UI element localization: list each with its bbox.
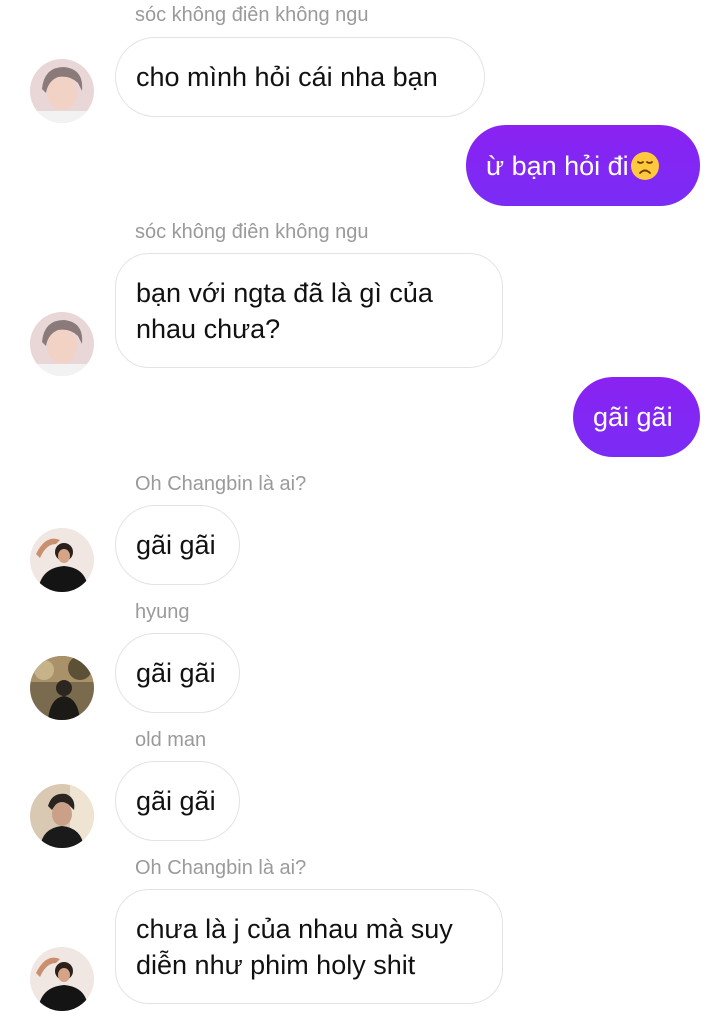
message-text: chưa là j của nhau mà suy diễn như phim …: [136, 913, 453, 980]
disappointed-face-icon: [630, 151, 660, 181]
incoming-message-bubble[interactable]: cho mình hỏi cái nha bạn: [115, 37, 485, 117]
sender-name: Oh Changbin là ai?: [135, 473, 307, 495]
sender-name: Oh Changbin là ai?: [135, 857, 307, 879]
incoming-message-bubble[interactable]: bạn với ngta đã là gì của nhau chưa?: [115, 253, 503, 368]
avatar-photo-icon: [30, 656, 94, 720]
incoming-message-bubble[interactable]: gãi gãi: [115, 633, 240, 713]
user-avatar[interactable]: [30, 784, 94, 848]
avatar-photo-icon: [30, 947, 94, 1011]
message-text: gãi gãi: [593, 402, 673, 432]
sender-name: old man: [135, 729, 207, 751]
incoming-message-bubble[interactable]: gãi gãi: [115, 761, 240, 841]
user-avatar[interactable]: [30, 947, 94, 1011]
sender-name: sóc không điên không ngu: [135, 221, 369, 243]
message-text: bạn với ngta đã là gì của nhau chưa?: [136, 277, 433, 344]
avatar-photo-icon: [30, 59, 94, 123]
sender-name: sóc không điên không ngu: [135, 4, 369, 26]
message-text: gãi gãi: [136, 658, 216, 688]
outgoing-message-bubble[interactable]: ừ bạn hỏi đi: [466, 125, 700, 206]
avatar-photo-icon: [30, 784, 94, 848]
message-text: gãi gãi: [136, 530, 216, 560]
user-avatar[interactable]: [30, 59, 94, 123]
sender-name: hyung: [135, 601, 190, 623]
outgoing-message-bubble[interactable]: gãi gãi: [573, 377, 700, 457]
incoming-message-bubble[interactable]: gãi gãi: [115, 505, 240, 585]
user-avatar[interactable]: [30, 656, 94, 720]
message-text: ừ bạn hỏi đi: [486, 150, 629, 181]
avatar-photo-icon: [30, 528, 94, 592]
message-text: gãi gãi: [136, 786, 216, 816]
incoming-message-bubble[interactable]: chưa là j của nhau mà suy diễn như phim …: [115, 889, 503, 1004]
user-avatar[interactable]: [30, 528, 94, 592]
message-text: cho mình hỏi cái nha bạn: [136, 62, 438, 92]
avatar-photo-icon: [30, 312, 94, 376]
user-avatar[interactable]: [30, 312, 94, 376]
